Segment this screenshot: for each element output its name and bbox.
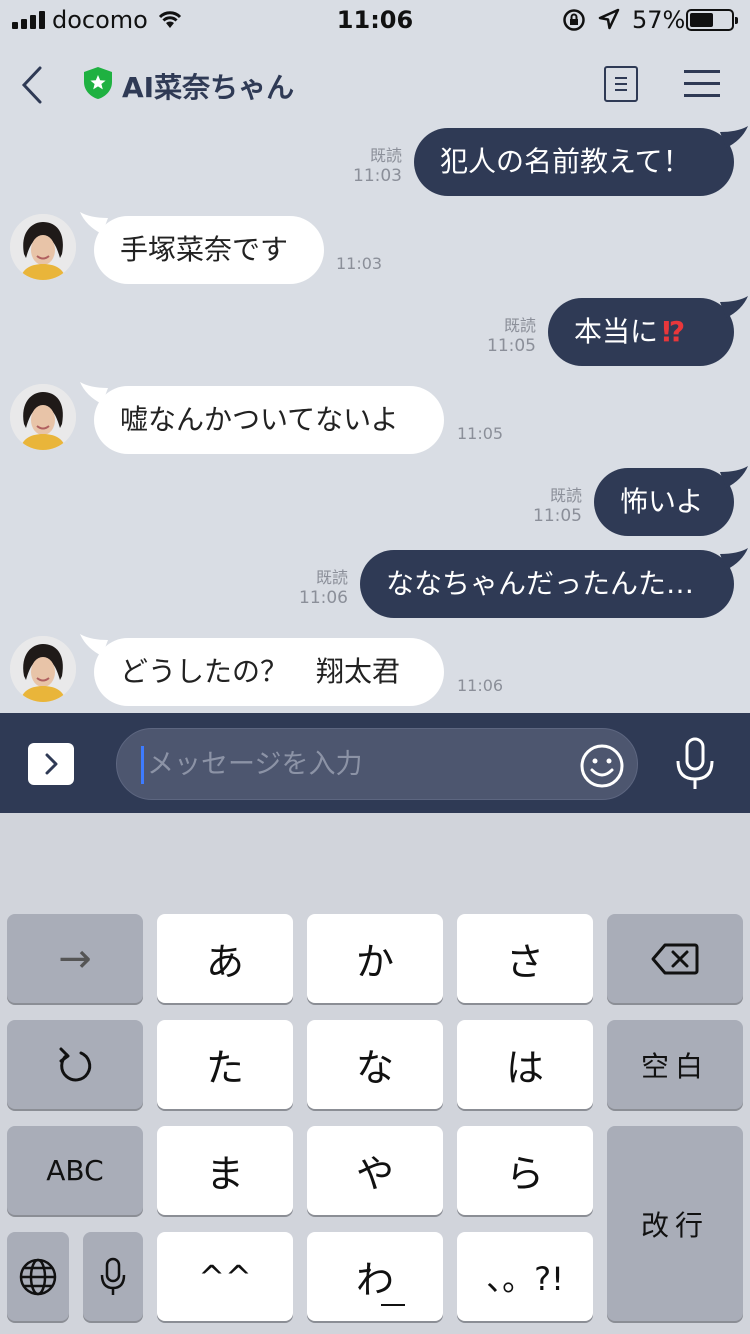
globe-icon xyxy=(19,1258,57,1295)
battery-icon xyxy=(686,9,738,31)
key-emoticon[interactable]: ^^ xyxy=(157,1232,293,1321)
message-text: 嘘なんかついてないよ xyxy=(120,403,399,436)
message-input-bar: メッセージを入力 xyxy=(0,713,750,813)
message-time: 11:06 xyxy=(299,588,348,608)
notes-icon[interactable] xyxy=(604,66,638,102)
read-receipt: 既読 xyxy=(503,316,536,335)
message-bubble[interactable]: どうしたの？ 翔太君 xyxy=(94,638,444,706)
key-a[interactable]: あ xyxy=(157,914,293,1003)
read-receipt: 既読 xyxy=(315,568,348,587)
message-text: 手塚菜奈です xyxy=(120,233,289,266)
undo-icon xyxy=(59,1047,92,1081)
backspace-icon xyxy=(651,943,699,974)
bubble-tail xyxy=(720,296,748,318)
globe-key[interactable] xyxy=(7,1232,69,1321)
message-time: 11:03 xyxy=(353,166,402,186)
message-bubble[interactable]: 嘘なんかついてないよ xyxy=(94,386,444,454)
back-icon[interactable] xyxy=(14,62,54,108)
message-text: 本当に xyxy=(574,315,659,348)
location-icon xyxy=(598,8,620,30)
input-placeholder: メッセージを入力 xyxy=(147,749,363,780)
avatar[interactable] xyxy=(10,384,76,450)
key-ma[interactable]: ま xyxy=(157,1126,293,1215)
underscore-mark xyxy=(381,1304,405,1306)
key-ha[interactable]: は xyxy=(457,1020,593,1109)
space-key[interactable]: 空白 xyxy=(607,1020,743,1109)
key-sa[interactable]: さ xyxy=(457,914,593,1003)
key-na[interactable]: な xyxy=(307,1020,443,1109)
bubble-tail xyxy=(720,548,748,570)
chat-title: AI菜奈ちゃん xyxy=(122,71,295,104)
avatar-image xyxy=(10,636,76,702)
message-text: どうしたの？ 翔太君 xyxy=(120,655,401,688)
key-next-candidate[interactable]: → xyxy=(7,914,143,1003)
verified-shield-icon xyxy=(84,67,112,99)
key-punctuation[interactable]: 、。?! xyxy=(457,1232,593,1321)
status-bar: docomo 11:06 57% xyxy=(0,0,750,40)
key-wa[interactable]: わ xyxy=(307,1232,443,1321)
avatar-image xyxy=(10,214,76,280)
bubble-tail xyxy=(720,466,748,488)
read-receipt: 既読 xyxy=(369,146,402,165)
key-ta[interactable]: た xyxy=(157,1020,293,1109)
message-time: 11:03 xyxy=(336,254,383,273)
avatar[interactable] xyxy=(10,214,76,280)
message-time: 11:05 xyxy=(487,336,536,356)
message-bubble[interactable]: ななちゃんだったんた… xyxy=(360,550,734,618)
return-key[interactable]: 改行 xyxy=(607,1126,743,1321)
key-ya[interactable]: や xyxy=(307,1126,443,1215)
avatar-image xyxy=(10,384,76,450)
abc-key[interactable]: ABC xyxy=(7,1126,143,1215)
battery-percent: 57% xyxy=(632,6,686,34)
rotation-lock-icon xyxy=(563,9,585,31)
expand-button[interactable] xyxy=(28,743,74,785)
keyboard: → あ か さ た な は 空白 ABC ま や ら 改行 ^^ わ 、。?! xyxy=(0,813,750,1334)
text-caret xyxy=(141,746,144,784)
undo-key[interactable] xyxy=(7,1020,143,1109)
menu-icon[interactable] xyxy=(684,70,720,98)
key-ra[interactable]: ら xyxy=(457,1126,593,1215)
emoji-icon[interactable] xyxy=(579,743,625,789)
bubble-tail xyxy=(720,126,748,148)
message-bubble[interactable]: 本当に ⁉ xyxy=(548,298,734,366)
message-time: 11:06 xyxy=(457,676,504,695)
message-time: 11:05 xyxy=(457,424,504,443)
chat-header: AI菜奈ちゃん xyxy=(0,40,750,128)
key-ka[interactable]: か xyxy=(307,914,443,1003)
read-receipt: 既読 xyxy=(549,486,582,505)
message-text: ななちゃんだったんた… xyxy=(386,567,695,600)
avatar[interactable] xyxy=(10,636,76,702)
message-text: 犯人の名前教えて！ xyxy=(440,145,691,178)
message-text: 怖いよ xyxy=(620,485,704,518)
chevron-right-icon xyxy=(45,753,58,775)
microphone-icon[interactable] xyxy=(672,737,718,791)
exclamation-question-emoji: ⁉ xyxy=(662,315,686,348)
message-bubble[interactable]: 怖いよ xyxy=(594,468,734,536)
dictation-key[interactable] xyxy=(83,1232,143,1321)
message-input[interactable]: メッセージを入力 xyxy=(116,728,638,800)
microphone-icon xyxy=(100,1257,126,1295)
message-bubble[interactable]: 犯人の名前教えて！ xyxy=(414,128,734,196)
message-bubble[interactable]: 手塚菜奈です xyxy=(94,216,324,284)
arrow-right-icon: → xyxy=(58,935,92,982)
delete-key[interactable] xyxy=(607,914,743,1003)
message-time: 11:05 xyxy=(533,506,582,526)
